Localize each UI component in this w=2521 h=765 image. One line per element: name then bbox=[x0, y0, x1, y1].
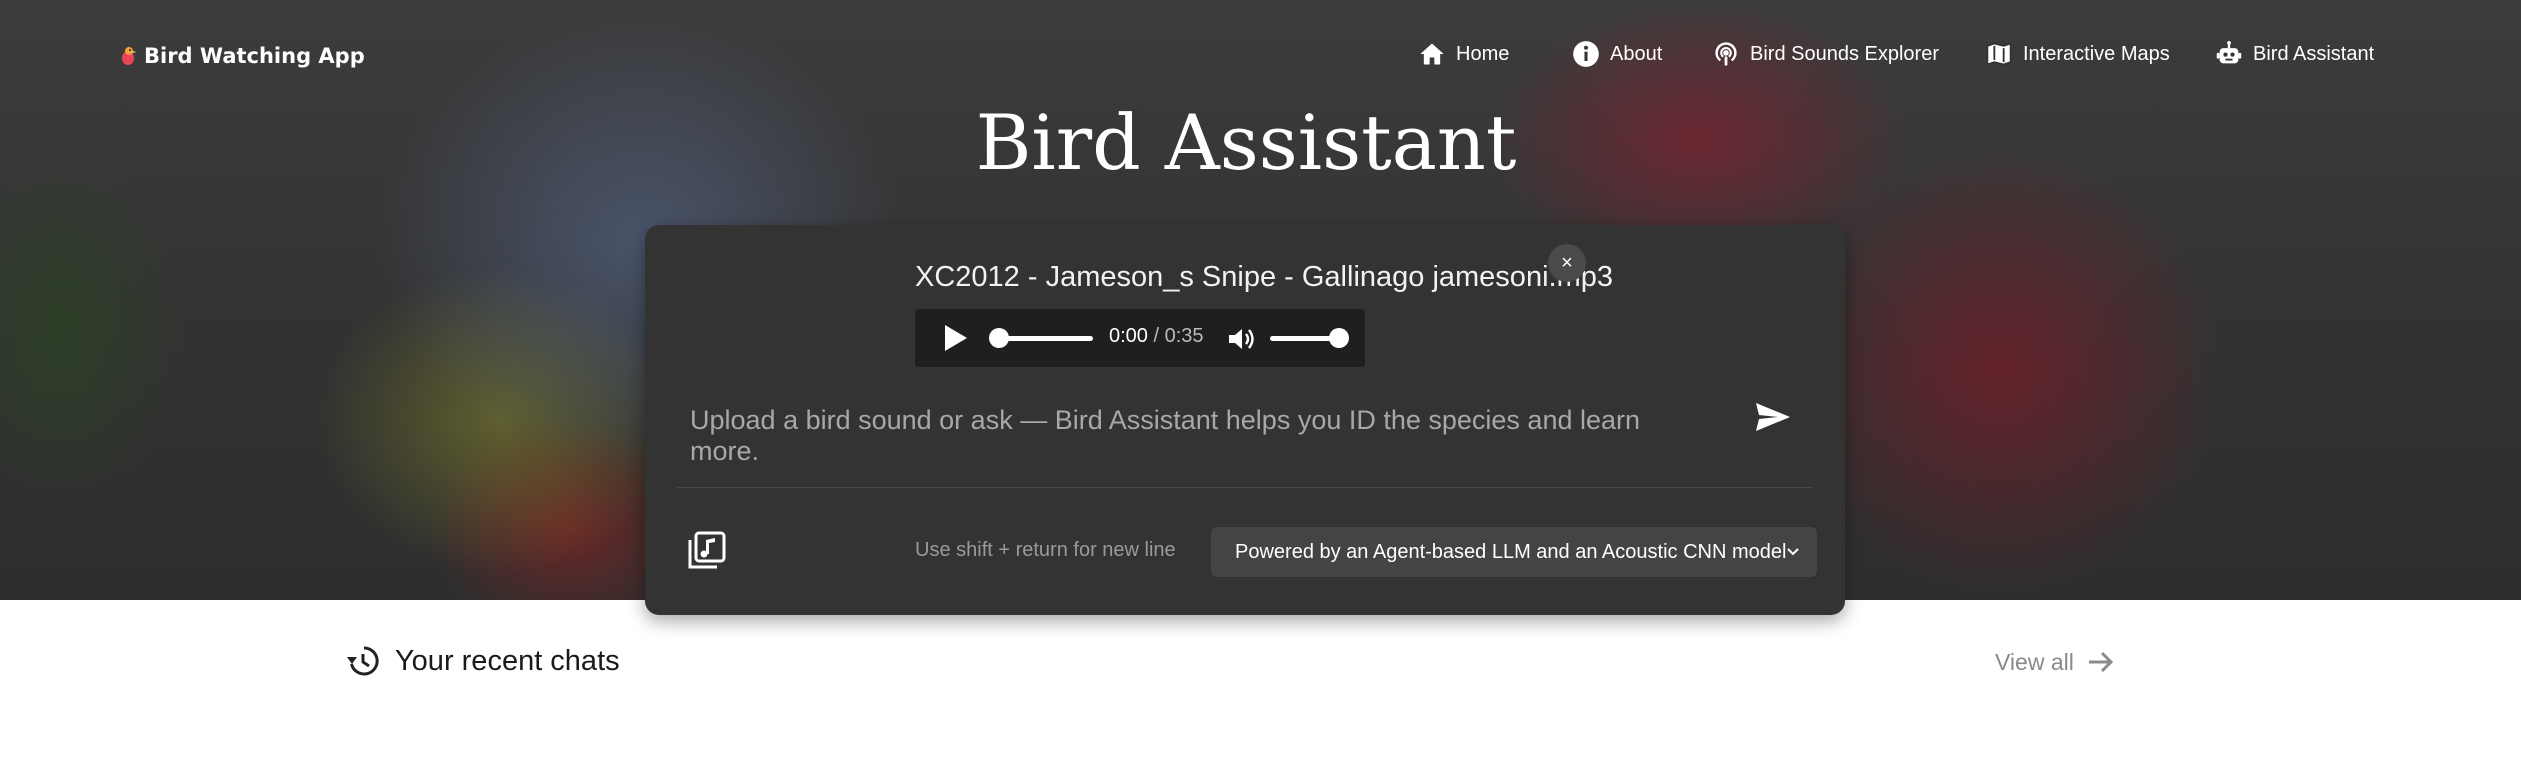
duration: / 0:35 bbox=[1153, 325, 1204, 347]
nav-bird-assistant-label: Bird Assistant bbox=[2253, 42, 2375, 65]
arrow-right-icon bbox=[2088, 651, 2113, 673]
nav-bird-sounds-explorer-label: Bird Sounds Explorer bbox=[1750, 42, 1939, 65]
audio-player: 0:00 / 0:35 bbox=[915, 309, 1365, 367]
map-icon bbox=[1986, 42, 2012, 66]
newline-hint: Use shift + return for new line bbox=[915, 539, 1176, 561]
remove-attachment-button[interactable]: × bbox=[1548, 244, 1586, 282]
composer-divider bbox=[677, 487, 1813, 488]
nav-about[interactable]: About bbox=[1572, 40, 1662, 68]
nav-interactive-maps-label: Interactive Maps bbox=[2023, 42, 2170, 65]
model-select-value: Powered by an Agent-based LLM and an Aco… bbox=[1235, 540, 1787, 563]
nav-home[interactable]: Home bbox=[1418, 40, 1509, 68]
info-icon bbox=[1573, 41, 1599, 67]
chevron-down-icon bbox=[1787, 548, 1799, 556]
upload-audio-icon[interactable] bbox=[687, 530, 727, 570]
history-icon bbox=[347, 646, 379, 676]
chat-composer-panel: XC2012 - Jameson_s Snipe - Gallinago jam… bbox=[645, 225, 1845, 615]
recent-chats-heading: Your recent chats bbox=[345, 643, 620, 679]
nav-bird-assistant[interactable]: Bird Assistant bbox=[2215, 40, 2374, 68]
robot-icon bbox=[2216, 41, 2242, 64]
volume-slider-thumb[interactable] bbox=[1329, 328, 1349, 348]
page-title: Bird Assistant bbox=[975, 98, 1517, 187]
current-time: 0:00 bbox=[1109, 325, 1148, 347]
volume-slider[interactable] bbox=[1270, 336, 1338, 341]
volume-icon[interactable] bbox=[1227, 325, 1257, 353]
podcast-icon bbox=[1715, 42, 1737, 66]
chat-input[interactable]: Upload a bird sound or ask — Bird Assist… bbox=[690, 405, 1690, 467]
seek-slider-thumb[interactable] bbox=[989, 328, 1009, 348]
bird-logo-icon bbox=[122, 47, 137, 65]
close-icon: × bbox=[1561, 251, 1573, 274]
nav-interactive-maps[interactable]: Interactive Maps bbox=[1985, 40, 2170, 68]
view-all-link[interactable]: View all bbox=[1995, 647, 2116, 677]
view-all-label: View all bbox=[1995, 648, 2074, 675]
seek-slider[interactable] bbox=[995, 336, 1093, 341]
brand-link[interactable]: Bird Watching App bbox=[118, 44, 365, 68]
home-icon bbox=[1420, 43, 1444, 65]
attachment-file-name: XC2012 - Jameson_s Snipe - Gallinago jam… bbox=[915, 261, 1613, 293]
nav-home-label: Home bbox=[1456, 42, 1510, 65]
brand-name: Bird Watching App bbox=[144, 44, 365, 68]
nav-bird-sounds-explorer[interactable]: Bird Sounds Explorer bbox=[1712, 40, 1939, 68]
recent-chats-title: Your recent chats bbox=[395, 644, 620, 677]
play-icon[interactable] bbox=[945, 325, 967, 351]
time-display: 0:00 / 0:35 bbox=[1109, 325, 1204, 348]
send-icon[interactable] bbox=[1750, 395, 1794, 439]
model-select[interactable]: Powered by an Agent-based LLM and an Aco… bbox=[1211, 527, 1817, 577]
nav-about-label: About bbox=[1610, 42, 1663, 65]
